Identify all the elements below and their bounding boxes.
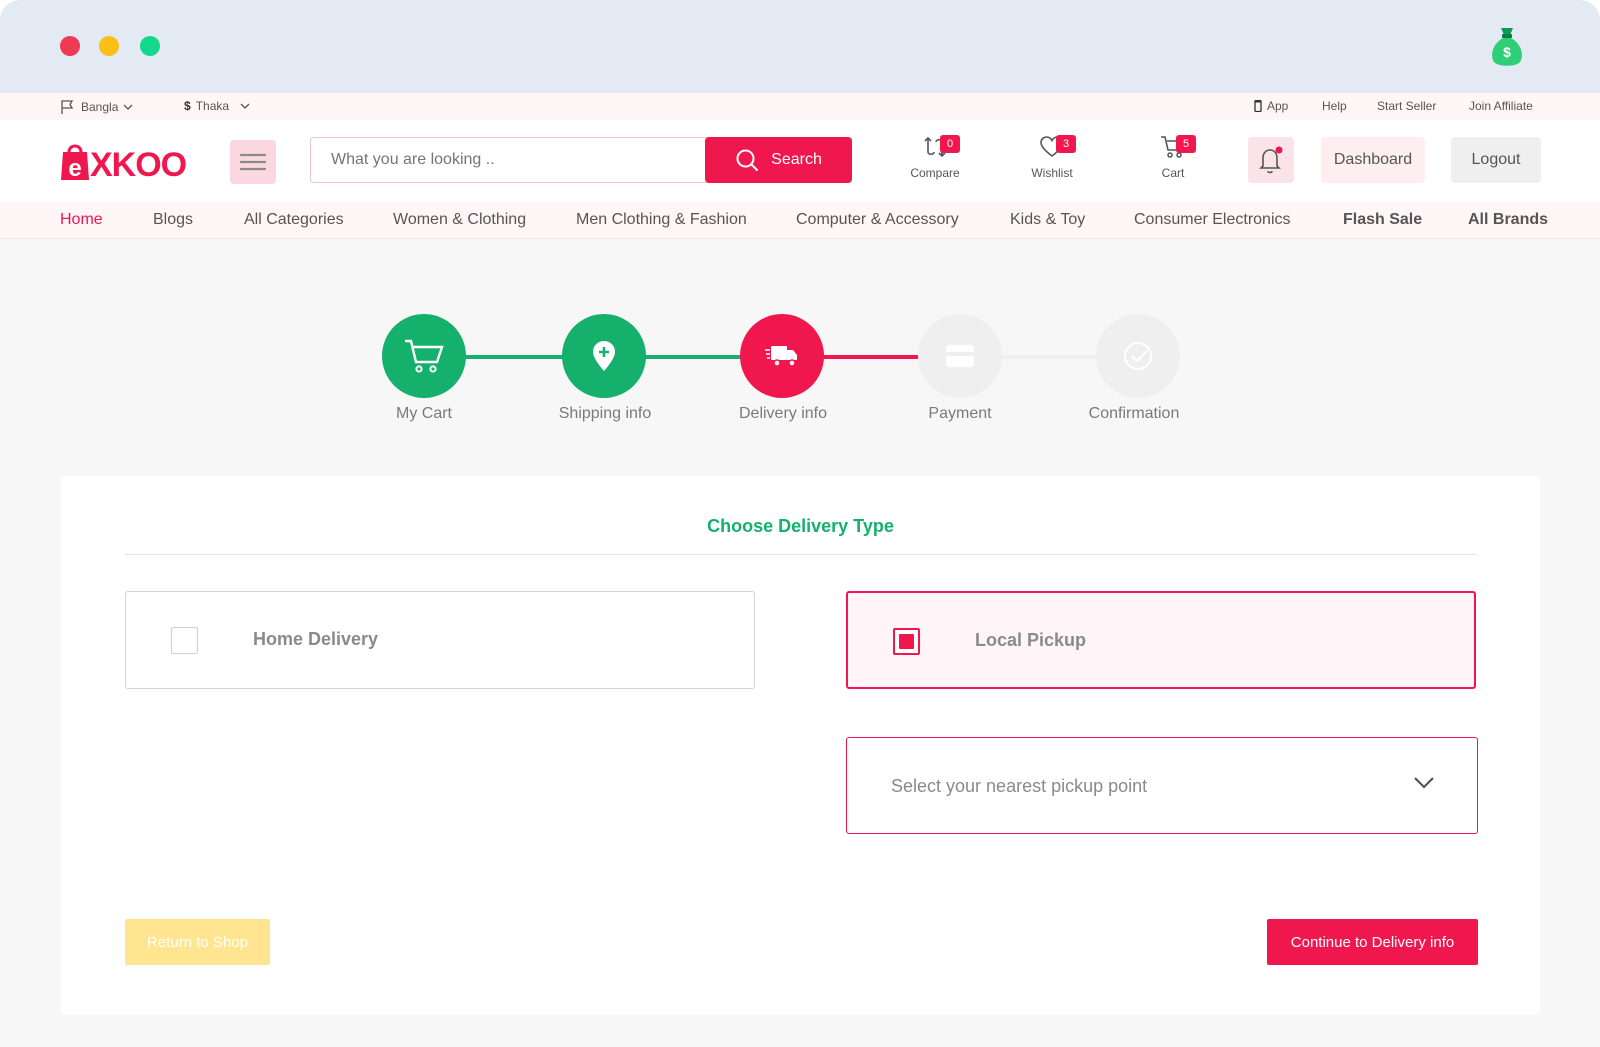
nav-home[interactable]: Home — [60, 211, 103, 229]
step-shipping-info[interactable] — [562, 314, 646, 398]
compare-count-badge: 0 — [940, 135, 960, 153]
divider — [125, 554, 1476, 555]
site-logo[interactable]: e XKOO — [60, 136, 187, 184]
help-link-label: Help — [1322, 99, 1347, 113]
currency-label: Thaka — [195, 99, 230, 113]
nav-flash-sale[interactable]: Flash Sale — [1343, 211, 1422, 229]
delivery-truck-icon — [765, 346, 797, 367]
logout-button[interactable]: Logout — [1451, 137, 1541, 183]
flag-icon — [61, 100, 74, 114]
nav-computer-accessory[interactable]: Computer & Accessory — [796, 211, 959, 229]
chevron-down-icon — [123, 104, 133, 110]
browser-window: $ Bangla $ Thaka App Help Start Seller J… — [0, 0, 1600, 1047]
money-bag-icon: $ — [1492, 28, 1522, 66]
location-pin-icon — [593, 341, 615, 371]
nav-men-clothing[interactable]: Men Clothing & Fashion — [576, 211, 747, 229]
home-delivery-checkbox[interactable] — [171, 627, 198, 654]
search-icon — [736, 149, 759, 171]
step-label-confirmation: Confirmation — [1088, 405, 1180, 422]
compare-label: Compare — [910, 166, 960, 180]
step-confirmation[interactable] — [1096, 314, 1180, 398]
minimize-window-dot[interactable] — [99, 36, 119, 56]
return-to-shop-button[interactable]: Return to Shop — [125, 919, 270, 965]
pickup-point-select[interactable]: Select your nearest pickup point — [846, 737, 1478, 834]
credit-card-icon — [946, 345, 974, 367]
local-pickup-checkbox[interactable] — [893, 628, 920, 655]
cart-count-badge: 5 — [1176, 135, 1196, 153]
join-affiliate-label: Join Affiliate — [1469, 99, 1533, 113]
language-label: Bangla — [81, 100, 119, 114]
step-label-my-cart: My Cart — [396, 405, 452, 422]
nav-all-categories[interactable]: All Categories — [244, 211, 344, 229]
app-link-label: App — [1267, 99, 1289, 113]
nav-women-clothing[interactable]: Women & Clothing — [393, 211, 526, 229]
notification-button[interactable] — [1248, 137, 1294, 183]
step-connector — [1000, 355, 1100, 359]
step-connector — [822, 355, 922, 359]
site-header: e XKOO Search 0 Compare 3 Wishlist — [0, 120, 1600, 201]
pickup-point-placeholder: Select your nearest pickup point — [891, 776, 1148, 796]
mobile-phone-icon — [1254, 100, 1262, 112]
compare-button[interactable]: 0 Compare — [895, 134, 975, 180]
chevron-down-icon — [240, 103, 250, 109]
currency-symbol: $ — [184, 99, 191, 113]
check-circle-icon — [1124, 342, 1152, 370]
wishlist-button[interactable]: 3 Wishlist — [1012, 134, 1092, 180]
step-payment[interactable] — [918, 314, 1002, 398]
local-pickup-option[interactable]: Local Pickup — [846, 591, 1476, 689]
start-seller-link[interactable]: Start Seller — [1377, 99, 1436, 113]
browser-chrome: $ — [0, 0, 1600, 93]
close-window-dot[interactable] — [60, 36, 80, 56]
search-button-label: Search — [771, 151, 822, 168]
menu-button[interactable] — [230, 140, 276, 184]
start-seller-label: Start Seller — [1377, 99, 1437, 113]
hamburger-icon — [240, 153, 266, 171]
currency-selector[interactable]: $ Thaka — [184, 99, 250, 113]
app-link[interactable]: App — [1254, 99, 1288, 113]
svg-text:$: $ — [1503, 44, 1511, 60]
bell-icon — [1259, 146, 1283, 174]
shopping-bag-logo-icon: e — [61, 144, 89, 182]
logo-wordmark: XKOO — [90, 146, 187, 184]
chevron-down-icon — [1414, 777, 1434, 789]
top-utility-bar: Bangla $ Thaka App Help Start Seller Joi… — [0, 93, 1600, 120]
category-nav: Home Blogs All Categories Women & Clothi… — [0, 201, 1600, 239]
step-delivery-info[interactable] — [740, 314, 824, 398]
nav-all-brands[interactable]: All Brands — [1468, 211, 1548, 229]
wishlist-count-badge: 3 — [1056, 135, 1076, 153]
step-label-payment: Payment — [928, 405, 992, 422]
home-delivery-label: Home Delivery — [253, 629, 379, 649]
cart-label: Cart — [1161, 166, 1185, 180]
dashboard-button[interactable]: Dashboard — [1321, 137, 1425, 183]
wishlist-label: Wishlist — [1031, 166, 1073, 180]
help-link[interactable]: Help — [1322, 99, 1347, 113]
nav-kids-toy[interactable]: Kids & Toy — [1010, 211, 1085, 229]
join-affiliate-link[interactable]: Join Affiliate — [1469, 99, 1533, 113]
search-button[interactable]: Search — [705, 137, 852, 183]
language-selector[interactable]: Bangla — [60, 99, 133, 115]
home-delivery-option[interactable]: Home Delivery — [125, 591, 755, 689]
step-my-cart[interactable] — [382, 314, 466, 398]
nav-blogs[interactable]: Blogs — [153, 211, 193, 229]
cart-button[interactable]: 5 Cart — [1133, 134, 1213, 180]
delivery-type-card: Choose Delivery Type Home Delivery Local… — [61, 476, 1540, 1015]
maximize-window-dot[interactable] — [140, 36, 160, 56]
step-connector — [644, 355, 744, 359]
svg-text:e: e — [68, 155, 81, 182]
local-pickup-label: Local Pickup — [975, 630, 1087, 650]
delivery-type-title: Choose Delivery Type — [707, 516, 894, 536]
nav-consumer-electronics[interactable]: Consumer Electronics — [1134, 211, 1291, 229]
cart-icon — [405, 339, 444, 373]
step-connector — [464, 355, 564, 359]
continue-button[interactable]: Continue to Delivery info — [1267, 919, 1478, 965]
search-input[interactable] — [331, 138, 701, 182]
step-label-delivery-info: Delivery info — [738, 405, 828, 422]
step-label-shipping-info: Shipping info — [558, 405, 652, 422]
